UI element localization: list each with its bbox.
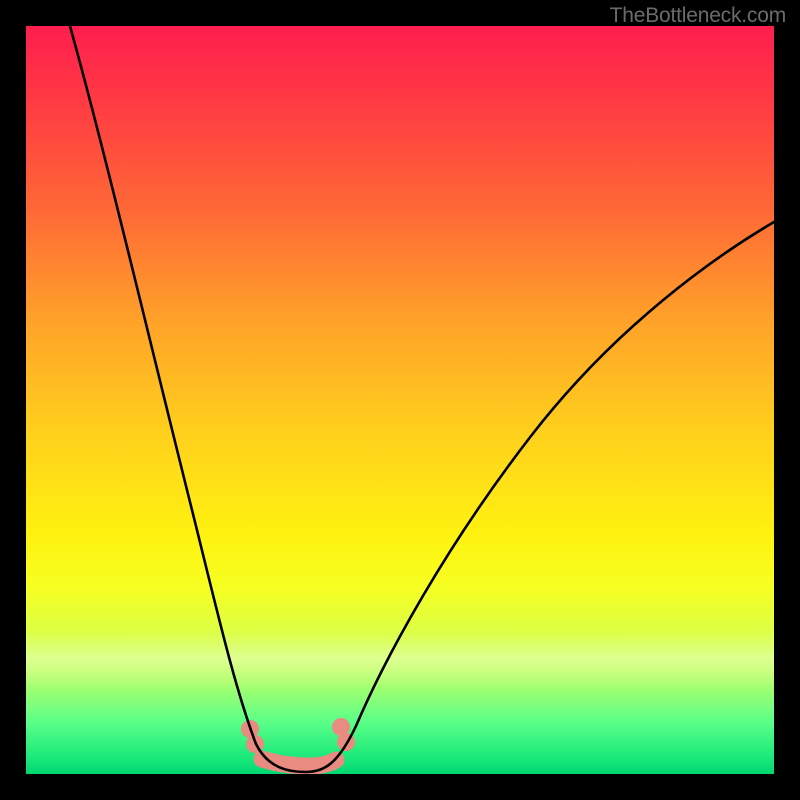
plot-area	[26, 26, 774, 774]
curves-svg	[26, 26, 774, 774]
watermark-text: TheBottleneck.com	[610, 4, 786, 28]
salmon-overlay	[241, 718, 355, 766]
bottleneck-curve	[70, 26, 774, 772]
chart-frame: TheBottleneck.com	[0, 0, 800, 800]
